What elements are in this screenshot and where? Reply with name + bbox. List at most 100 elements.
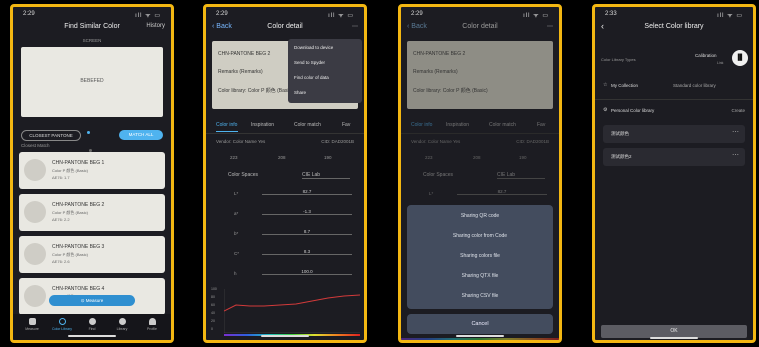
color-space-select[interactable]: CIE Lab <box>302 172 350 179</box>
status-icons: ıll ᯤ ▭ <box>523 13 549 19</box>
library-types-label: Color Library Types <box>601 57 636 62</box>
history-link[interactable]: History <box>146 23 165 29</box>
lab-value[interactable]: 8.3 <box>262 249 352 255</box>
result-distance: ΔE76: 1.7 <box>52 175 70 180</box>
header: ‹ Back Color detail ⋯ <box>206 23 364 37</box>
rgb-g: 208 <box>473 155 481 160</box>
color-space-select[interactable]: CIE Lab <box>497 172 545 179</box>
personal-library-row[interactable]: ⚙ Personal Color library Create <box>601 104 747 118</box>
lab-key: C* <box>234 251 240 256</box>
color-library-icon <box>58 318 66 325</box>
status-time: 2:29 <box>23 11 35 17</box>
more-icon[interactable]: ⋯ <box>732 151 739 159</box>
spectral-curve <box>224 289 360 333</box>
more-menu: Download to device Send to Spyder Find c… <box>288 39 362 103</box>
share-csv-file[interactable]: Sharing CSV file <box>407 293 553 299</box>
home-indicator <box>68 335 116 337</box>
y-tick: 40 <box>211 311 215 315</box>
tab-label: Find <box>88 327 96 331</box>
library-item[interactable]: 测试颜色 ⋯ <box>603 125 745 143</box>
lab-value[interactable]: 82.7 <box>457 189 547 195</box>
status-icons: ıll ᯤ ▭ <box>328 13 354 19</box>
info-library: Color library: Color P 颜色 (Basic) <box>218 88 293 94</box>
closest-pantone-button[interactable]: CLOSEST PANTONE <box>21 130 81 141</box>
info-name: CHN-PANTONE BEG 2 <box>413 51 466 57</box>
result-card[interactable]: CHN-PANTONE BEG 3 Color P 颜色 (Basic) ΔE7… <box>19 236 165 273</box>
rgb-r: 223 <box>425 155 433 160</box>
more-icon[interactable]: ⋯ <box>732 128 739 136</box>
menu-find-color-data[interactable]: Find color of data <box>294 75 329 80</box>
share-color-from-code[interactable]: Sharing color from Code <box>407 233 553 239</box>
share-qtx-file[interactable]: Sharing QTX file <box>407 273 553 279</box>
user-icon <box>148 318 156 325</box>
home-indicator <box>456 335 504 337</box>
tab-color-match[interactable]: Color match <box>489 122 516 128</box>
tab-inspiration[interactable]: Inspiration <box>251 122 274 128</box>
tab-color-match[interactable]: Color match <box>294 122 321 128</box>
result-card[interactable]: CHN-PANTONE BEG 1 Color P 颜色 (Basic) ΔE7… <box>19 152 165 189</box>
results-label: Closest Match <box>21 143 50 148</box>
result-swatch-icon <box>24 201 46 223</box>
share-qr-code[interactable]: Sharing QR code <box>407 213 553 219</box>
standard-library-label[interactable]: Standard color library <box>673 83 716 88</box>
rgb-b: 190 <box>324 155 332 160</box>
status-bar: 2:33 ıll ᯤ ▭ <box>595 10 753 20</box>
phone-select-color-library: 2:33 ıll ᯤ ▭ ‹ Select Color library Colo… <box>592 4 756 343</box>
y-tick: 100 <box>211 287 217 291</box>
share-colors-file[interactable]: Sharing colors file <box>407 253 553 259</box>
tab-favorites[interactable]: Fav <box>537 122 545 128</box>
tab-inspiration[interactable]: Inspiration <box>446 122 469 128</box>
divider <box>595 99 753 100</box>
tab-find[interactable]: Find <box>79 318 105 331</box>
lab-value[interactable]: 82.7 <box>262 189 352 195</box>
more-icon[interactable]: ⋯ <box>547 23 553 30</box>
result-swatch-icon <box>24 243 46 265</box>
tab-color-info[interactable]: Color info <box>411 122 432 128</box>
page-title: Color detail <box>462 23 498 30</box>
more-icon[interactable]: ⋯ <box>352 23 358 30</box>
status-bar: 2:29 ıll ᯤ ▭ <box>401 10 559 20</box>
phone-find-similar-color: 2:29 ıll ᯤ ▭ Find Similar Color History … <box>10 4 174 343</box>
lab-value[interactable]: 8.7 <box>262 229 352 235</box>
tab-measure[interactable]: Measure <box>19 318 45 331</box>
header: ‹ Select Color library <box>595 21 753 37</box>
detail-tabs: Color info Inspiration Color match Fav <box>206 119 364 134</box>
bulb-icon <box>88 318 96 325</box>
page-dots <box>87 121 99 152</box>
back-button[interactable]: ‹ Back <box>212 23 232 30</box>
page-title: Select Color library <box>644 23 704 30</box>
calibration-toggle-icon[interactable]: ▐▌ <box>732 50 748 66</box>
lab-value[interactable]: -1.3 <box>262 209 352 215</box>
info-name: CHN-PANTONE BEG 2 <box>218 51 271 57</box>
result-name: CHN-PANTONE BEG 2 <box>52 202 105 208</box>
lab-value[interactable]: 100.0 <box>262 269 352 275</box>
menu-share[interactable]: Share <box>294 90 306 95</box>
tab-color-library[interactable]: Color Library <box>49 318 75 331</box>
tab-profile[interactable]: Profile <box>139 318 165 331</box>
page-title: Color detail <box>267 23 303 30</box>
cancel-button[interactable]: Cancel <box>407 314 553 334</box>
result-card[interactable]: CHN-PANTONE BEG 2 Color P 颜色 (Basic) ΔE7… <box>19 194 165 231</box>
match-all-button[interactable]: MATCH ALL <box>119 130 163 140</box>
y-tick: 20 <box>211 319 215 323</box>
create-button[interactable]: Create <box>731 108 745 113</box>
tab-color-info[interactable]: Color info <box>216 122 237 128</box>
back-button[interactable]: ‹ Back <box>407 23 427 30</box>
tab-label: Library <box>116 327 128 331</box>
rgb-b: 190 <box>519 155 527 160</box>
my-collection-label[interactable]: My Collection <box>611 83 638 88</box>
library-item[interactable]: 测试颜色2 ⋯ <box>603 148 745 166</box>
header: ‹ Back Color detail ⋯ <box>401 23 559 37</box>
tab-favorites[interactable]: Fav <box>342 122 350 128</box>
color-swatch[interactable]: BEBEFED <box>21 47 163 117</box>
status-bar: 2:29 ıll ᯤ ▭ <box>206 10 364 20</box>
tab-label: Measure <box>25 327 39 331</box>
spectral-curve-chart: 100 80 60 40 20 0 <box>210 287 362 340</box>
back-chevron-icon[interactable]: ‹ <box>601 21 604 31</box>
menu-download-to-device[interactable]: Download to device <box>294 45 333 50</box>
home-indicator <box>261 335 309 337</box>
measure-button[interactable]: ⊙ Measure <box>49 295 135 306</box>
menu-send-to-spyder[interactable]: Send to Spyder <box>294 60 325 65</box>
tab-library[interactable]: Library <box>109 318 135 331</box>
collection-row[interactable]: ☆ My Collection Standard color library <box>601 79 747 93</box>
